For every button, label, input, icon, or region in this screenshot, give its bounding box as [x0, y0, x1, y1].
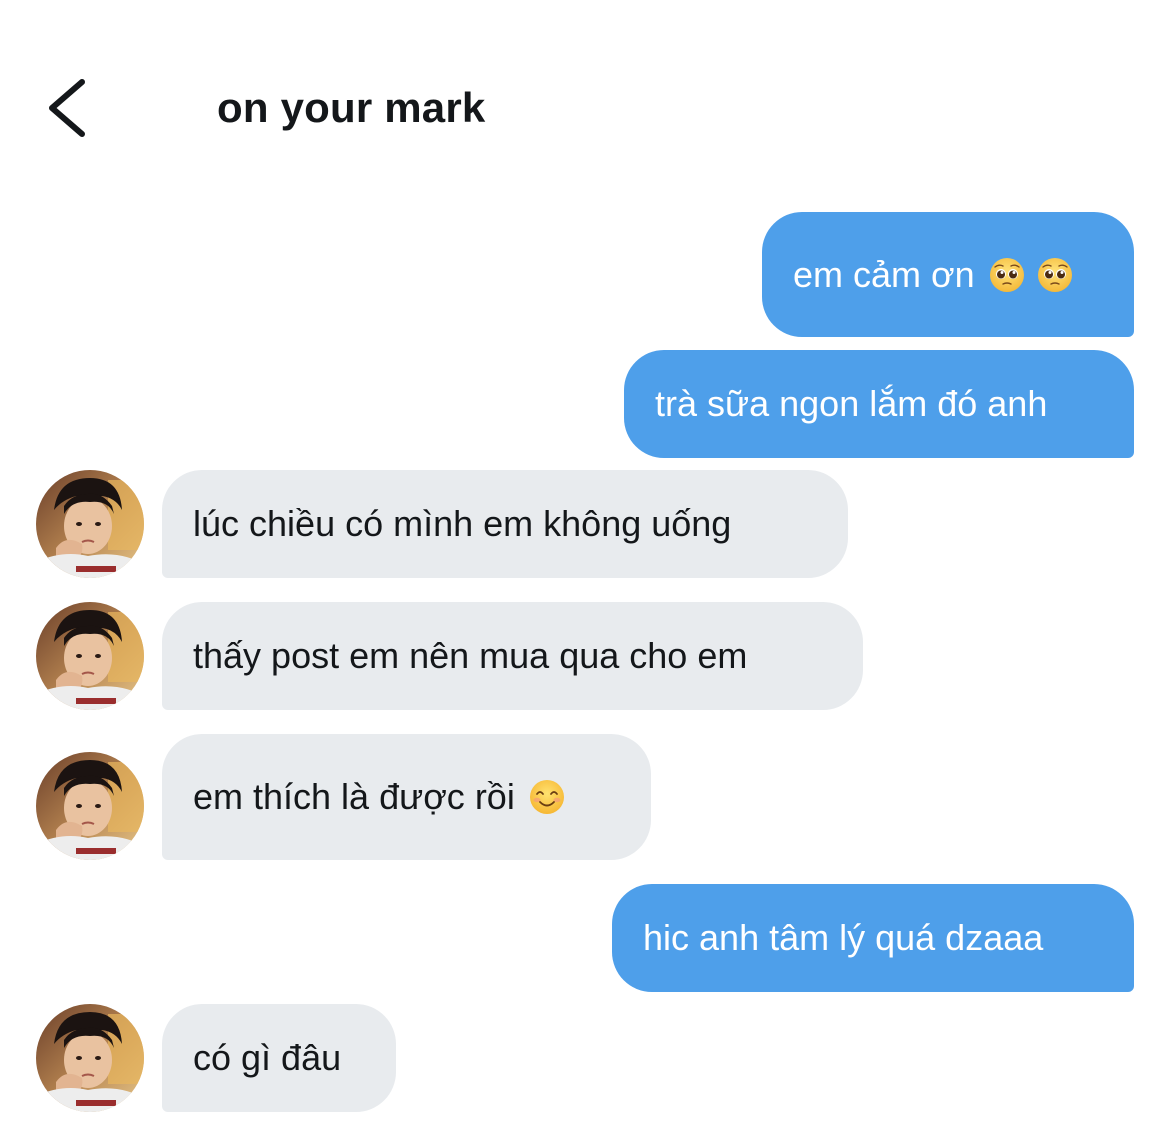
conversation-title: on your mark	[217, 84, 486, 131]
chevron-left-icon	[38, 72, 98, 144]
message-text: thấy post em nên mua qua cho em	[193, 635, 748, 676]
message-bubble-received[interactable]: lúc chiều có mình em không uống	[162, 470, 848, 578]
message-text: trà sữa ngon lắm đó anh	[655, 383, 1048, 424]
conversation-header: on your mark	[0, 0, 1169, 200]
back-button[interactable]	[38, 72, 98, 144]
message-bubble-sent[interactable]: trà sữa ngon lắm đó anh	[624, 350, 1134, 458]
message-bubble-received[interactable]: em thích là được rồi	[162, 734, 651, 860]
message-text: hic anh tâm lý quá dzaaa	[643, 917, 1044, 958]
avatar[interactable]	[36, 752, 144, 860]
message-bubble-received[interactable]: thấy post em nên mua qua cho em	[162, 602, 863, 710]
avatar[interactable]	[36, 1004, 144, 1112]
message-bubble-received[interactable]: có gì đâu	[162, 1004, 396, 1112]
message-bubble-sent[interactable]: em cảm ơn	[762, 212, 1134, 337]
message-text: em cảm ơn	[793, 253, 975, 295]
message-text: em thích là được rồi	[193, 776, 515, 817]
pleading-face-icon	[988, 256, 1025, 293]
smiling-face-icon	[528, 779, 565, 815]
pleading-face-icon	[1036, 256, 1073, 293]
avatar[interactable]	[36, 470, 144, 578]
message-text: lúc chiều có mình em không uống	[193, 503, 732, 544]
message-text: có gì đâu	[193, 1037, 342, 1078]
avatar[interactable]	[36, 602, 144, 710]
message-bubble-sent[interactable]: hic anh tâm lý quá dzaaa	[612, 884, 1134, 992]
